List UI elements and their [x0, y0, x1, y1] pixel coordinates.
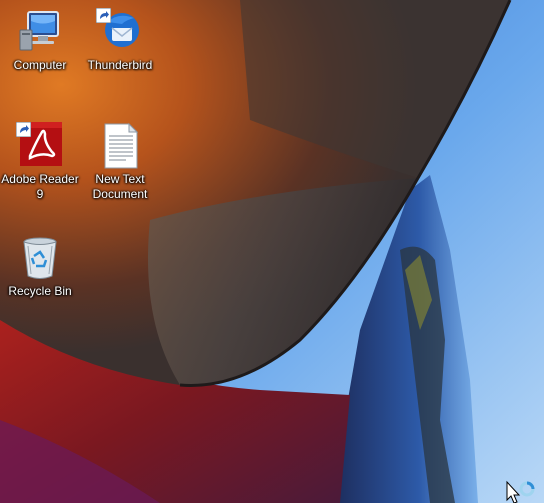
desktop-icon-label: Adobe Reader 9	[1, 172, 79, 201]
thunderbird-icon	[96, 8, 144, 56]
recycle-bin-icon	[16, 234, 64, 282]
desktop-icon-label: Thunderbird	[87, 58, 153, 72]
desktop-icon-label: Computer	[13, 58, 67, 72]
desktop[interactable]: Computer Thunderbird Adobe Reader 9 New …	[0, 0, 544, 503]
desktop-icon-adobe-reader[interactable]: Adobe Reader 9	[0, 122, 82, 202]
busy-arrow-cursor-icon	[506, 480, 535, 503]
shortcut-arrow-icon	[16, 122, 31, 137]
desktop-icon-new-text-document[interactable]: New Text Document	[78, 122, 162, 202]
shortcut-arrow-icon	[96, 8, 111, 23]
desktop-icon-label: New Text Document	[92, 172, 148, 201]
desktop-icon-recycle-bin[interactable]: Recycle Bin	[0, 234, 82, 299]
computer-icon	[16, 8, 64, 56]
text-document-icon	[96, 122, 144, 170]
adobe-reader-icon	[16, 122, 64, 170]
desktop-icon-computer[interactable]: Computer	[0, 8, 82, 73]
desktop-icon-label: Recycle Bin	[8, 284, 72, 298]
desktop-icon-thunderbird[interactable]: Thunderbird	[78, 8, 162, 73]
